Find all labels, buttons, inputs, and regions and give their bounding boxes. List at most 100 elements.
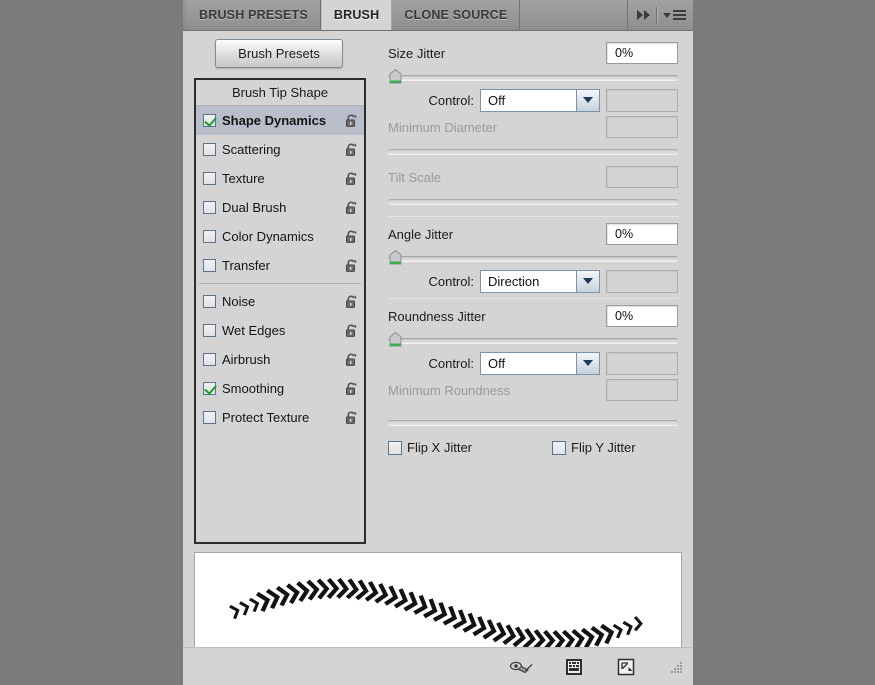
checkbox-icon[interactable] xyxy=(388,440,402,455)
brush-presets-panel-icon[interactable] xyxy=(561,657,587,677)
flip-y-jitter-label: Flip Y Jitter xyxy=(571,440,636,455)
list-item[interactable]: Protect Texture xyxy=(196,403,364,432)
list-item-label: Transfer xyxy=(222,258,270,273)
minimum-roundness-slider xyxy=(388,414,678,430)
angle-control-aux-field xyxy=(606,269,678,293)
chevron-down-icon[interactable] xyxy=(576,352,599,374)
size-control-select[interactable]: Off xyxy=(480,88,600,112)
tab-bar-divider xyxy=(656,6,657,24)
list-item[interactable]: Shape Dynamics xyxy=(196,106,364,135)
roundness-control-label: Control: xyxy=(428,355,474,371)
checkbox-icon[interactable] xyxy=(203,295,216,308)
checkbox-icon[interactable] xyxy=(203,172,216,185)
minimum-roundness-input xyxy=(606,379,678,401)
minimum-roundness-row: Minimum Roundness xyxy=(388,378,678,402)
size-control-row: Control: Off xyxy=(388,85,678,115)
slider-track xyxy=(388,338,678,343)
list-item[interactable]: Smoothing xyxy=(196,374,364,403)
roundness-jitter-slider[interactable] xyxy=(388,331,678,348)
slider-track xyxy=(388,149,678,154)
checkbox-icon[interactable] xyxy=(203,143,216,156)
list-item-label: Shape Dynamics xyxy=(222,113,327,128)
panel-footer xyxy=(183,647,693,685)
flip-x-jitter-checkbox[interactable]: Flip X Jitter xyxy=(388,440,472,455)
angle-jitter-input[interactable]: 0% xyxy=(606,223,678,245)
unlocked-padlock-icon[interactable] xyxy=(344,352,359,367)
unlocked-padlock-icon[interactable] xyxy=(344,113,359,128)
tab-brush-presets[interactable]: BRUSH PRESETS xyxy=(187,0,321,30)
double-right-arrow-icon[interactable] xyxy=(637,10,650,20)
list-item-label: Texture xyxy=(222,171,265,186)
checkbox-icon[interactable] xyxy=(203,353,216,366)
checkbox-icon[interactable] xyxy=(203,230,216,243)
roundness-jitter-input[interactable]: 0% xyxy=(606,305,678,327)
checkbox-icon[interactable] xyxy=(203,324,216,337)
checkbox-icon[interactable] xyxy=(203,259,216,272)
size-jitter-slider[interactable] xyxy=(388,68,678,85)
list-item[interactable]: Noise xyxy=(196,283,364,316)
slider-track xyxy=(388,199,678,204)
tab-bar-filler xyxy=(520,0,628,30)
unlocked-padlock-icon[interactable] xyxy=(344,410,359,425)
size-jitter-input[interactable]: 0% xyxy=(606,42,678,64)
list-item-label: Smoothing xyxy=(222,381,285,396)
unlocked-padlock-icon[interactable] xyxy=(344,171,359,186)
resize-grip-icon[interactable] xyxy=(669,660,683,674)
unlocked-padlock-icon[interactable] xyxy=(344,294,359,309)
angle-jitter-label: Angle Jitter xyxy=(388,226,454,242)
unlocked-padlock-icon[interactable] xyxy=(344,258,359,273)
checkbox-icon[interactable] xyxy=(203,114,216,127)
tilt-scale-input xyxy=(606,166,678,188)
tab-label: BRUSH PRESETS xyxy=(199,8,308,22)
checkbox-icon[interactable] xyxy=(203,411,216,424)
chevron-down-icon[interactable] xyxy=(576,270,599,292)
list-item-label: Scattering xyxy=(222,142,281,157)
minimum-diameter-input xyxy=(606,116,678,138)
roundness-jitter-row: Roundness Jitter 0% xyxy=(388,304,678,328)
checkbox-icon[interactable] xyxy=(203,201,216,214)
unlocked-padlock-icon[interactable] xyxy=(344,381,359,396)
angle-control-row: Control: Direction xyxy=(388,266,678,296)
panel-tab-bar: BRUSH PRESETS BRUSH CLONE SOURCE xyxy=(183,0,693,31)
list-item-label: Airbrush xyxy=(222,352,271,367)
brush-option-list: Brush Tip Shape Shape Dynamics Scattering… xyxy=(194,78,366,544)
list-item[interactable]: Airbrush xyxy=(196,345,364,374)
brush-presets-button[interactable]: Brush Presets xyxy=(215,39,343,68)
slider-handle-icon[interactable] xyxy=(389,331,402,347)
tab-label: CLONE SOURCE xyxy=(404,8,508,22)
roundness-control-select[interactable]: Off xyxy=(480,351,600,375)
unlocked-padlock-icon[interactable] xyxy=(344,323,359,338)
angle-jitter-slider[interactable] xyxy=(388,249,678,266)
list-item[interactable]: Wet Edges xyxy=(196,316,364,345)
flip-y-jitter-checkbox[interactable]: Flip Y Jitter xyxy=(552,440,636,455)
slider-handle-icon[interactable] xyxy=(389,249,402,265)
checkbox-icon[interactable] xyxy=(203,382,216,395)
tab-clone-source[interactable]: CLONE SOURCE xyxy=(392,0,521,30)
list-item[interactable]: Scattering xyxy=(196,135,364,164)
tab-bar-tools xyxy=(628,0,693,30)
angle-control-select[interactable]: Direction xyxy=(480,269,600,293)
slider-handle-icon[interactable] xyxy=(389,68,402,84)
list-item-label: Color Dynamics xyxy=(222,229,314,244)
section-divider xyxy=(388,216,678,217)
list-item-label: Protect Texture xyxy=(222,410,310,425)
chevron-down-icon[interactable] xyxy=(576,89,599,111)
unlocked-padlock-icon[interactable] xyxy=(344,229,359,244)
presets-button-area: Brush Presets xyxy=(183,39,375,68)
angle-control-value: Direction xyxy=(488,273,540,289)
panel-menu-icon[interactable] xyxy=(663,10,686,20)
minimum-diameter-label: Minimum Diameter xyxy=(388,119,498,135)
tab-brush[interactable]: BRUSH xyxy=(320,0,393,30)
minimum-diameter-row: Minimum Diameter xyxy=(388,115,678,139)
list-item[interactable]: Color Dynamics xyxy=(196,222,364,251)
list-item[interactable]: Texture xyxy=(196,164,364,193)
checkbox-icon[interactable] xyxy=(552,440,567,455)
list-item[interactable]: Transfer xyxy=(196,251,364,280)
new-brush-icon[interactable] xyxy=(613,657,639,677)
unlocked-padlock-icon[interactable] xyxy=(344,200,359,215)
list-item[interactable]: Dual Brush xyxy=(196,193,364,222)
brush-tip-shape-item[interactable]: Brush Tip Shape xyxy=(196,80,364,106)
size-control-aux-field xyxy=(606,88,678,112)
toggle-brush-preview-icon[interactable] xyxy=(509,657,535,677)
unlocked-padlock-icon[interactable] xyxy=(344,142,359,157)
